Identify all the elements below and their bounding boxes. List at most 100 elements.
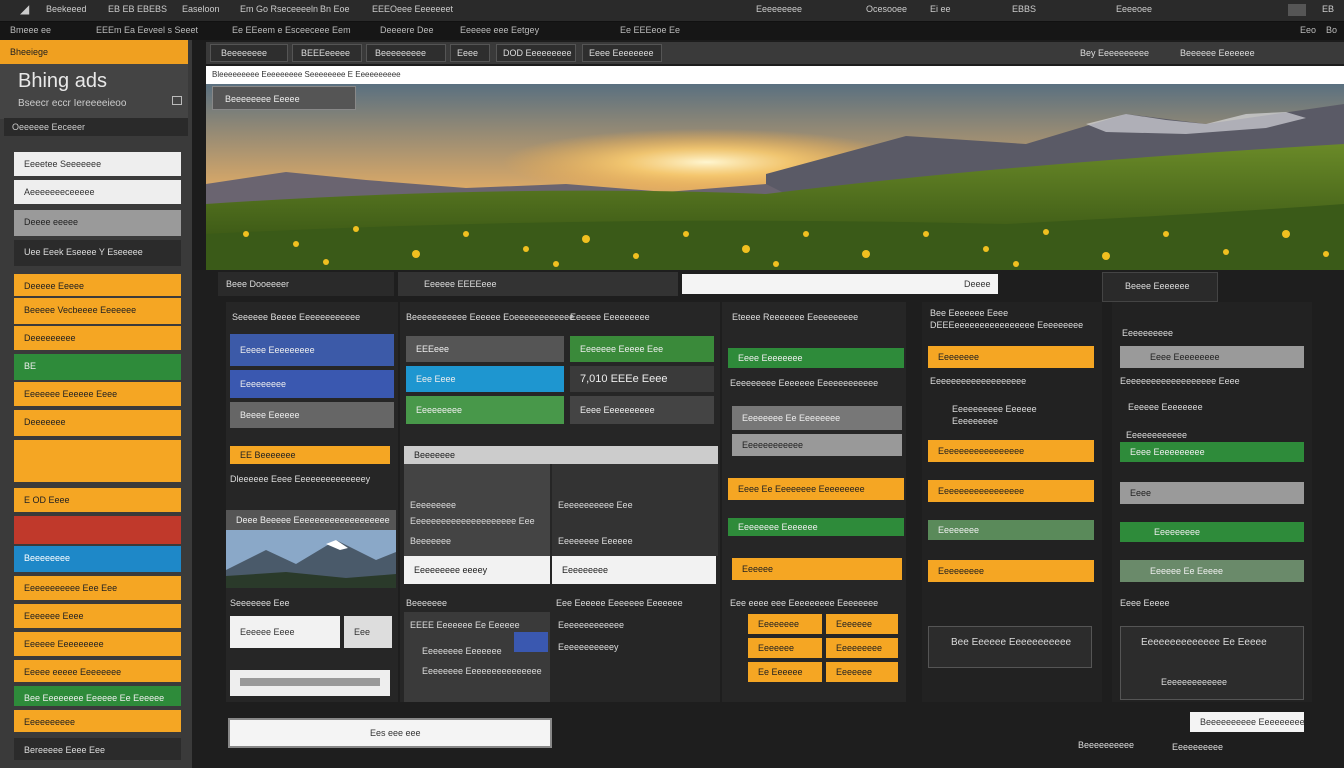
sidebar-item[interactable] [14,440,181,482]
sidebar-item[interactable] [14,516,181,544]
col2-input-2[interactable]: Eeeeeeeee [552,556,716,584]
col2-list2-item[interactable]: Eeeeeeee Eeeeeee [422,646,502,656]
col4-card[interactable]: Bee Eeeeee Eeeeeeeeeee [928,626,1092,668]
sidebar-item[interactable]: Eeeee eeeee Eeeeeeee [14,660,181,682]
export-icon[interactable] [172,96,182,105]
col2-btn-3[interactable]: Eee Eeee [406,366,564,392]
menu-item[interactable]: Bo [1326,25,1337,35]
col3-grid-1[interactable]: Eeeeeeee [748,614,822,634]
menu-item[interactable]: Deeeere Dee [380,25,434,35]
sidebar-item[interactable]: Eeeeee Eeeeeeeee [14,632,181,656]
col4-row-7[interactable]: Eeeeeeee [928,520,1094,540]
col1-input-2[interactable]: Eee [344,616,392,648]
col3-grid-6[interactable]: Eeeeeee [826,662,898,682]
col2-btn-5[interactable]: Eeeeeeeee [406,396,564,424]
tab-4[interactable]: Eeee [450,44,490,62]
sidebar-item[interactable]: Eeeeeee Eeeeee Eeee [14,382,181,406]
sidebar-item[interactable]: Aeeeeeeeceeeee [14,180,181,204]
col4-row-8[interactable]: Eeeeeeeee [928,560,1094,582]
col3-row-6[interactable]: Eeeeeeee Eeeeeee [728,518,904,536]
topbar-item[interactable]: EBBS [1012,4,1036,14]
hero-badge[interactable]: Beeeeeeee Eeeee [212,86,356,110]
sidebar-item[interactable]: BE [14,354,181,380]
col2-list-item[interactable]: Eeeeeeee Eeeeee [558,536,633,546]
col5-row-8[interactable]: Eeeeee Ee Eeeee [1120,560,1304,582]
tab-1[interactable]: Beeeeeeee [210,44,288,62]
sidebar-item[interactable]: Deeeee Eeeee [14,274,181,296]
menu-item[interactable]: Eeeeee eee Eetgey [460,25,539,35]
address-bar[interactable]: Bleeeeeeeee Eeeeeeeee Seeeeeeee E Eeeeee… [206,66,1344,84]
bottom-input[interactable]: Ees eee eee [228,718,552,748]
panel-search-input[interactable]: Deeee [682,274,998,294]
col3-row-5[interactable]: Eeee Ee Eeeeeeee Eeeeeeeee [728,478,904,500]
col2-list2-item[interactable]: EEEE Eeeeeee Ee Eeeeee [410,620,520,630]
sidebar-item[interactable]: Beeeee Vecbeeee Eeeeeee [14,298,181,324]
col2-btn-2[interactable]: Eeeeeee Eeeee Eee [570,336,714,362]
sidebar-item[interactable]: Bee Eeeeeeee Eeeeee Ee Eeeeee [14,686,181,706]
col2-list3-item[interactable]: Eeeeeeeeeeeee [558,620,624,630]
col3-row-1[interactable]: Eeee Eeeeeeee [728,348,904,368]
col1-row-3[interactable]: Beeee Eeeeee [230,402,394,428]
sidebar-item[interactable]: Bereeeee Eeee Eee [14,738,181,760]
panel-header-right[interactable]: Beeee Eeeeeee [1102,272,1218,302]
topbar-item[interactable]: Em Go Rseceeeeln [240,4,318,14]
col4-row-5[interactable]: Eeeeeeeeeeeeeeeee [928,440,1094,462]
sidebar-item[interactable]: Uee Eeek Eseeee Y Eseeeee [14,240,181,266]
tab-2[interactable]: BEEEeeeee [292,44,362,62]
col2-list3-item[interactable]: Eeeeeeeeeeey [558,642,619,652]
tab-label[interactable]: Beeeeee Eeeeeee [1180,48,1255,58]
col5-row-6[interactable]: Eeee [1120,482,1304,504]
topbar-item[interactable]: EEEOeee Eeeeeeet [372,4,453,14]
sidebar-item[interactable]: Deeeeeeeee [14,326,181,350]
sidebar-item[interactable]: Eeeetee Seeeeeee [14,152,181,176]
col3-row-3[interactable]: Eeeeeeee Ee Eeeeeeee [732,406,902,430]
col1-input[interactable]: Eeeeee Eeee [230,616,340,648]
col2-btn-4[interactable]: 7,010 EEEe Eeee [570,366,714,392]
tab-label[interactable]: Bey Eeeeeeeeee [1080,48,1149,58]
col1-row-1[interactable]: Eeeee Eeeeeeeee [230,334,394,366]
topbar-item[interactable]: Bn Eoe [320,4,350,14]
apple-icon[interactable]: ◢ [20,2,29,16]
col2-list-item[interactable]: Eeeeeeeeeee Eee [558,500,633,510]
sidebar-item[interactable]: Eeeeeee Eeee [14,604,181,628]
topbar-item[interactable]: Easeloon [182,4,220,14]
col5-row-5[interactable]: Eeee Eeeeeeeeee [1120,442,1304,462]
col3-grid-2[interactable]: Eeeeeee [826,614,898,634]
sidebar-item[interactable]: Deeeeeee [14,410,181,436]
topbar-item[interactable]: EB EB EBEBS [108,4,167,14]
topbar-item[interactable]: Ei ee [930,4,951,14]
topbar-item[interactable]: Eeeeoee [1116,4,1152,14]
sidebar-item[interactable]: Beeeeeeee [14,546,181,572]
topbar-item[interactable]: Eeeeeeeee [756,4,802,14]
col1-thumbnail-image[interactable] [226,530,396,588]
col5-row-7[interactable]: Eeeeeeeee [1120,522,1304,542]
menu-item[interactable]: EEEm Ea Eeveel s Seeet [96,25,198,35]
col3-grid-4[interactable]: Eeeeeeeee [826,638,898,658]
col5-row-1[interactable]: Eeee Eeeeeeeee [1120,346,1304,368]
tab-5[interactable]: DOD Eeeeeeeee [496,44,576,62]
col2-list2-item[interactable]: Eeeeeeee Eeeeeeeeeeeeeee [422,666,542,676]
col1-sub-bar[interactable]: EE Beeeeeee [230,446,390,464]
menu-item[interactable]: Eeo [1300,25,1316,35]
sidebar-item[interactable]: Deeee eeeee [14,210,181,236]
menu-item[interactable]: Ee EEeem e Esceeceee Eem [232,25,351,35]
col2-list-item[interactable]: Eeeeeeeeeeeeeeeeeeeee Eee [410,516,535,526]
col2-list-item[interactable]: Beeeeeee [410,536,451,546]
sidebar-search[interactable]: Oeeeeee Eeceeer [4,118,188,136]
sidebar-item[interactable]: E OD Eeee [14,488,181,512]
menu-item[interactable]: Ee EEEeoe Ee [620,25,680,35]
col2-btn-6[interactable]: Eeee Eeeeeeeeee [570,396,714,424]
col5-card[interactable]: Eeeeeeeeeeeeee Ee Eeeee Eeeeeeeeeeeee [1120,626,1304,700]
col3-grid-5[interactable]: Ee Eeeeee [748,662,822,682]
col2-input[interactable]: Eeeeeeeee eeeey [404,556,550,584]
col1-row-2[interactable]: Eeeeeeeee [230,370,394,398]
col2-btn-1[interactable]: EEEeee [406,336,564,362]
sidebar-item[interactable]: Eeeeeeeeee [14,710,181,732]
topbar-item[interactable]: Beekeeed [46,4,87,14]
tab-3[interactable]: Beeeeeeeee [366,44,446,62]
col3-grid-3[interactable]: Eeeeeee [748,638,822,658]
col3-row-4[interactable]: Eeeeeeeeeeee [732,434,902,456]
col3-row-7[interactable]: Eeeeee [732,558,902,580]
bottom-right-input[interactable]: Beeeeeeeeee Eeeeeeeee [1190,712,1305,732]
sidebar-item[interactable]: Eeeeeeeeeee Eee Eee [14,576,181,600]
